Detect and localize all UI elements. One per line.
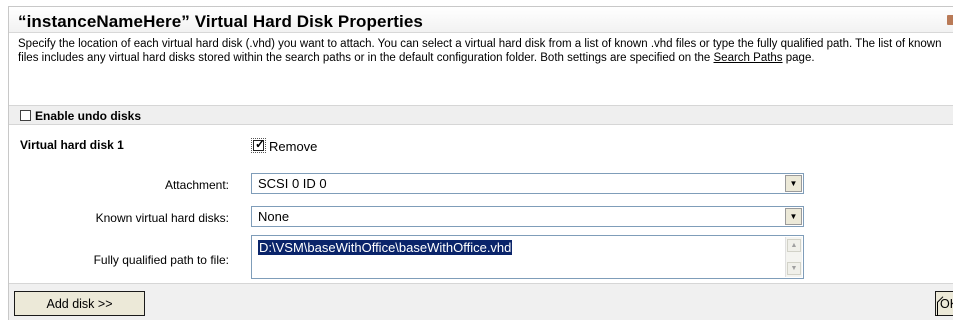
virtual-hard-disk-heading: Virtual hard disk 1: [20, 138, 124, 152]
description-after-link: page.: [782, 52, 815, 64]
path-label: Fully qualified path to file:: [93, 253, 229, 267]
description-text: Specify the location of each virtual har…: [18, 37, 953, 65]
properties-panel: “instanceNameHere” Virtual Hard Disk Pro…: [8, 6, 953, 320]
add-disk-button[interactable]: Add disk >>: [14, 291, 145, 316]
path-textarea[interactable]: D:\VSM\baseWithOffice\baseWithOffice.vhd…: [251, 235, 804, 279]
help-icon[interactable]: [947, 15, 953, 25]
known-disks-select[interactable]: None ▼: [251, 206, 804, 227]
attachment-select[interactable]: SCSI 0 ID 0 ▼: [251, 173, 804, 194]
remove-checkbox[interactable]: ✓: [251, 137, 266, 153]
enable-undo-disks-checkbox[interactable]: [20, 110, 31, 121]
scroll-up-icon[interactable]: ▲: [787, 239, 801, 252]
known-disks-label: Known virtual hard disks:: [95, 211, 229, 225]
scroll-down-icon[interactable]: ▼: [787, 262, 801, 275]
page-title: “instanceNameHere” Virtual Hard Disk Pro…: [18, 12, 423, 31]
check-mark-icon: ✓: [255, 137, 266, 151]
dropdown-arrow-icon[interactable]: ▼: [785, 208, 802, 225]
enable-undo-disks-label: Enable undo disks: [35, 109, 142, 123]
action-bar: Add disk >> OK: [9, 283, 953, 320]
remove-label: Remove: [269, 139, 318, 154]
attachment-label: Attachment:: [164, 178, 229, 192]
title-bar: “instanceNameHere” Virtual Hard Disk Pro…: [9, 7, 953, 33]
mouse-cursor-icon: [937, 302, 945, 316]
path-scrollbar[interactable]: ▲ ▼: [785, 237, 802, 277]
dropdown-arrow-icon[interactable]: ▼: [785, 175, 802, 192]
known-disks-value: None: [258, 209, 290, 224]
search-paths-link[interactable]: Search Paths: [714, 52, 783, 64]
attachment-value: SCSI 0 ID 0: [258, 176, 327, 191]
undo-disks-row: Enable undo disks: [9, 105, 953, 125]
path-value: D:\VSM\baseWithOffice\baseWithOffice.vhd: [258, 240, 513, 255]
